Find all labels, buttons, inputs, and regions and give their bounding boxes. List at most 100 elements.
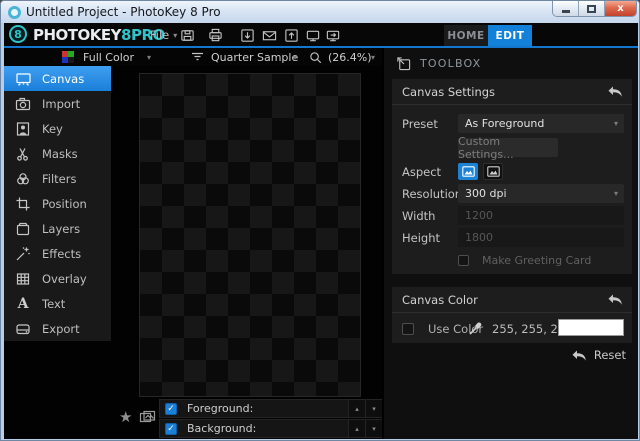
layers-bar: ★ ✓ Foreground: ▴ ▾ ✓ Background: ▴ ▾ [111,398,383,439]
tab-edit[interactable]: EDIT [488,25,532,46]
save-icon [180,29,194,41]
layer-row-background[interactable]: ✓ Background: ▴ ▾ [159,419,383,438]
canvas-settings-section: Canvas Settings Preset As Foreground ▾ C… [392,79,632,274]
sample-mode-control[interactable]: Quarter Sample [191,48,298,66]
sidebar-item-import[interactable]: Import [4,91,111,116]
canvas-checkerboard[interactable] [139,73,361,397]
layer-up-button[interactable]: ▴ [348,420,365,437]
portrait-icon [4,121,42,137]
aspect-portrait-button[interactable] [458,163,478,180]
greeting-card-row: Make Greeting Card [392,251,632,270]
color-mode-control[interactable]: Full Color [62,48,134,66]
preset-label: Preset [402,116,438,131]
resolution-row: Resolution 300 dpi ▾ [392,184,632,203]
maximize-icon [587,4,596,13]
eyedropper-icon[interactable] [468,320,484,340]
view-toolbar: Full Color ▾ Quarter Sample ▾ (26.4%) ▾ [4,48,382,66]
crop-icon [4,196,42,212]
window-controls: x [552,1,637,17]
tab-home[interactable]: HOME [444,25,488,46]
greeting-card-checkbox[interactable] [458,255,469,266]
sidebar-item-export[interactable]: Export [4,316,111,341]
height-label: Height [402,230,441,245]
sidebar: Canvas Import Key Masks Filters Position [4,66,111,341]
sidebar-item-masks[interactable]: Masks [4,141,111,166]
maximize-button[interactable] [579,1,605,16]
star-icon[interactable]: ★ [119,408,132,426]
sidebar-item-label: Position [42,196,87,211]
email-button[interactable] [260,27,278,43]
height-field[interactable]: 1800 [458,228,624,247]
photos-icon[interactable] [139,409,156,429]
canvas-icon [4,71,42,87]
export-arrow-icon [284,28,298,42]
close-button[interactable]: x [605,1,636,16]
scissors-icon [4,146,42,162]
layer-label: Background: [187,422,257,435]
undo-icon[interactable] [608,86,622,97]
canvas-color-title: Canvas Color [402,292,478,307]
filter-icon [192,52,203,61]
sidebar-item-label: Overlay [42,271,87,286]
canvas-color-section: Canvas Color Use Color 255, 255, 255 [392,287,632,343]
sidebar-item-label: Masks [42,146,78,161]
reset-control[interactable]: Reset [572,348,626,362]
zoom-level-label: (26.4%) [328,50,372,64]
zoom-arrow[interactable]: ▾ [371,48,375,66]
use-color-checkbox[interactable] [402,322,414,335]
minimize-icon [561,10,570,13]
sidebar-item-filters[interactable]: Filters [4,166,111,191]
logo-part1: PHOTOKEY [33,26,122,44]
file-menu[interactable]: File ▾ [150,28,177,42]
sidebar-item-text[interactable]: A Text [4,291,111,316]
undo-icon[interactable] [608,294,622,305]
sidebar-item-canvas[interactable]: Canvas [4,66,111,91]
color-swatch[interactable] [558,319,624,336]
sidebar-item-label: Export [42,321,80,336]
save-button[interactable] [178,27,196,43]
height-row: Height 1800 [392,228,632,247]
canvas-viewport[interactable]: ★ ✓ Foreground: ▴ ▾ ✓ Background: ▴ ▾ [111,66,383,439]
import-image-button[interactable] [238,27,256,43]
resolution-dropdown[interactable]: 300 dpi ▾ [458,184,624,203]
sidebar-item-key[interactable]: Key [4,116,111,141]
export-image-button[interactable] [282,27,300,43]
aspect-row: Aspect [392,162,632,181]
preset-dropdown[interactable]: As Foreground ▾ [458,114,624,133]
custom-settings-button[interactable]: Custom Settings... [458,135,558,161]
width-field[interactable]: 1200 [458,206,624,225]
import-arrow-icon [240,28,254,42]
app-icon [8,5,21,19]
aspect-landscape-button[interactable] [483,163,503,180]
use-color-row: Use Color 255, 255, 255 [392,319,632,338]
mode-tabs: HOME EDIT [444,25,532,46]
rgb-icon [62,51,74,63]
toolbox-header: TOOLBOX [396,56,481,71]
app-window: Untitled Project - PhotoKey 8 Pro x 8 PH… [0,0,640,441]
layer-row-foreground[interactable]: ✓ Foreground: ▴ ▾ [159,399,383,418]
aspect-portrait-icon [461,166,475,177]
chevron-down-icon: ▾ [147,52,152,62]
layer-down-button[interactable]: ▾ [365,400,382,417]
sidebar-item-overlay[interactable]: Overlay [4,266,111,291]
layer-up-button[interactable]: ▴ [348,400,365,417]
minimize-button[interactable] [553,1,579,16]
background-checkbox[interactable]: ✓ [165,422,177,435]
sidebar-item-position[interactable]: Position [4,191,111,216]
popout-icon[interactable] [396,56,411,71]
aspect-label: Aspect [402,164,442,179]
sidebar-item-label: Canvas [42,71,85,86]
monitor-button[interactable] [304,27,322,43]
zoom-control[interactable]: (26.4%) [309,48,372,66]
greeting-card-label: Make Greeting Card [482,254,592,267]
color-mode-arrow[interactable]: ▾ [147,48,151,66]
preset-value: As Foreground [465,117,545,130]
sidebar-item-layers[interactable]: Layers [4,216,111,241]
print-button[interactable] [206,27,224,43]
layer-label: Foreground: [187,402,254,415]
sample-mode-arrow[interactable]: ▾ [293,48,297,66]
sidebar-item-effects[interactable]: Effects [4,241,111,266]
layer-down-button[interactable]: ▾ [365,420,382,437]
foreground-checkbox[interactable]: ✓ [165,402,177,415]
dual-monitor-button[interactable] [324,27,342,43]
